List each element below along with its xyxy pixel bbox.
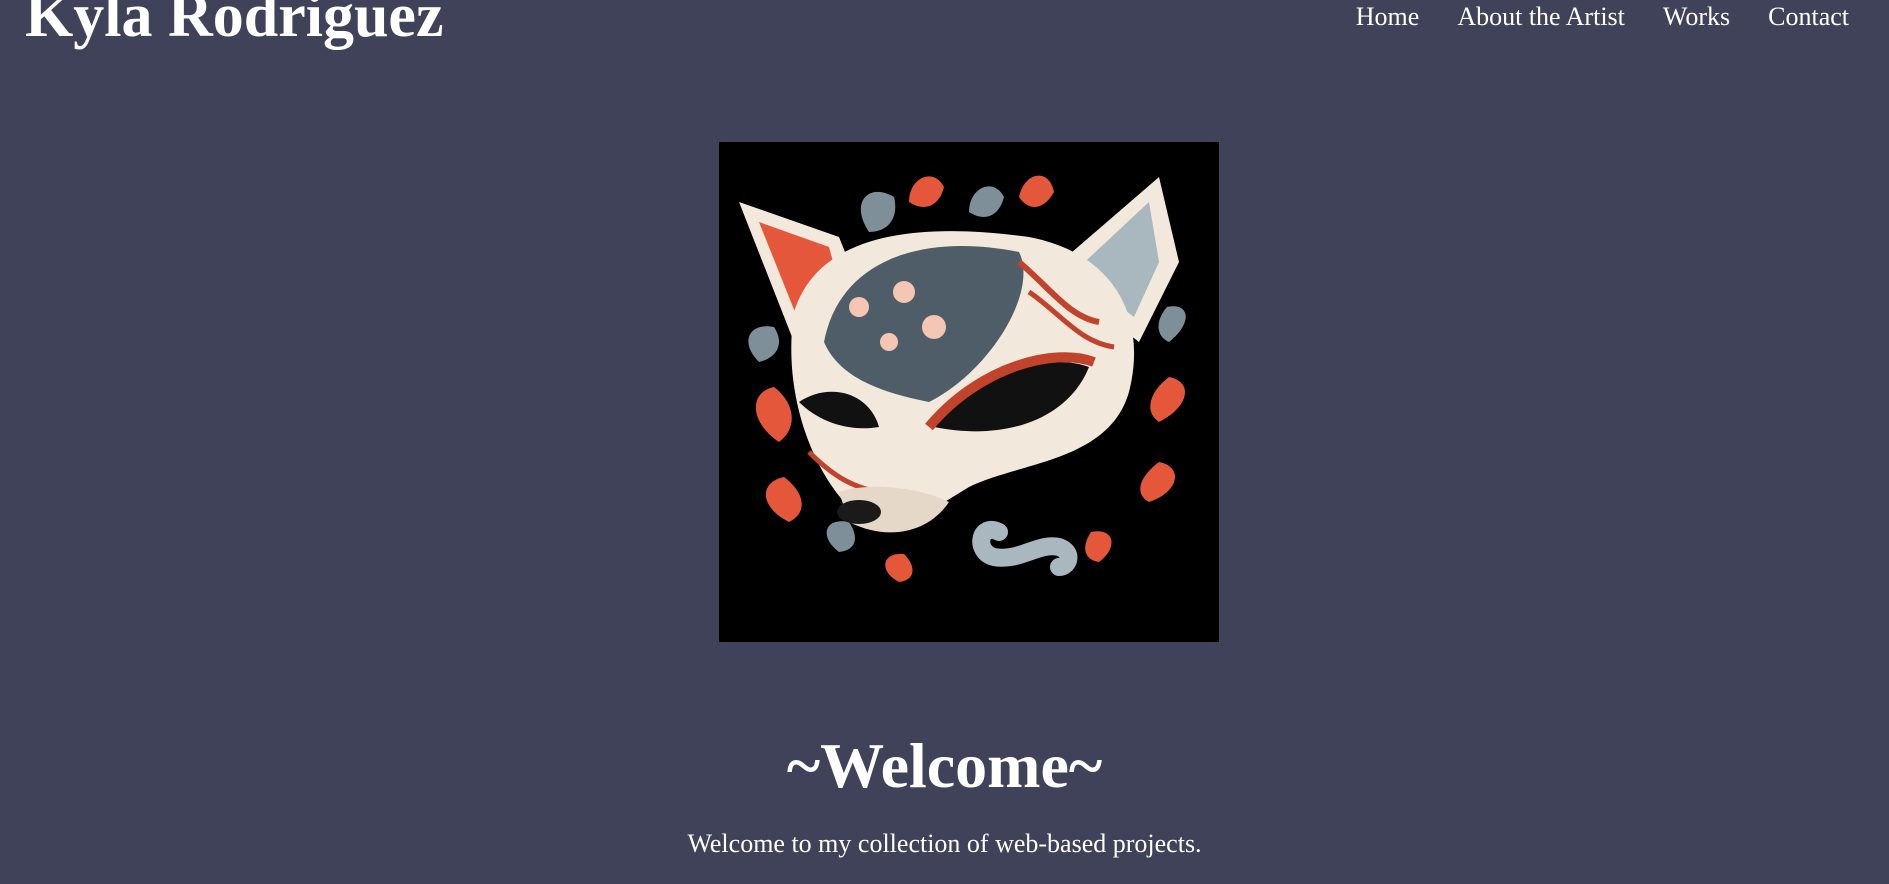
welcome-heading: ~Welcome~ [786, 730, 1103, 801]
nav-link-contact[interactable]: Contact [1768, 2, 1849, 32]
hero-image [719, 142, 1219, 642]
main-nav: Home About the Artist Works Contact [1356, 2, 1849, 32]
welcome-text: Welcome to my collection of web-based pr… [687, 829, 1202, 858]
nav-link-home[interactable]: Home [1356, 2, 1420, 32]
site-title: Kyla Rodriguez [25, 0, 444, 50]
nav-link-works[interactable]: Works [1663, 2, 1730, 32]
fox-mask-illustration [719, 142, 1219, 642]
nav-link-about-the-artist[interactable]: About the Artist [1457, 2, 1625, 32]
